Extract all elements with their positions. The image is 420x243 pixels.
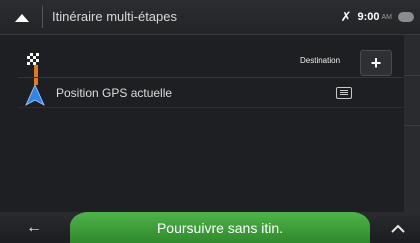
checkered-flag-icon xyxy=(27,52,39,70)
back-arrow-icon: ← xyxy=(26,219,42,236)
row-divider xyxy=(18,107,404,108)
more-button[interactable] xyxy=(384,218,412,238)
side-divider xyxy=(404,125,420,126)
chevron-up-icon xyxy=(391,224,405,233)
page-title: Itinéraire multi-étapes xyxy=(52,9,177,24)
waypoint-label[interactable]: Position GPS actuelle xyxy=(56,86,172,100)
row-divider xyxy=(18,77,404,78)
destination-label: Destination xyxy=(300,56,341,65)
back-button[interactable]: ← xyxy=(14,219,54,236)
plus-icon: + xyxy=(370,53,382,73)
clock-ampm: AM xyxy=(381,13,393,21)
side-scroll-area[interactable] xyxy=(404,35,420,212)
collapse-up-icon[interactable] xyxy=(6,8,38,28)
side-divider xyxy=(404,75,420,76)
add-waypoint-button[interactable]: + xyxy=(360,50,392,76)
top-bar: Itinéraire multi-étapes ✗ 9:00 AM xyxy=(0,0,420,35)
satellite-off-icon: ✗ xyxy=(340,9,352,24)
bottom-bar: ← Poursuivre sans itin. xyxy=(0,212,420,243)
list-menu-icon[interactable] xyxy=(336,87,352,99)
route-list xyxy=(0,35,420,212)
status-area: ✗ 9:00 AM xyxy=(341,9,414,25)
title-divider xyxy=(42,6,43,28)
message-bubble-icon[interactable] xyxy=(398,12,414,22)
continue-without-route-button[interactable]: Poursuivre sans itin. xyxy=(70,212,370,243)
clock-time: 9:00 xyxy=(357,11,380,23)
